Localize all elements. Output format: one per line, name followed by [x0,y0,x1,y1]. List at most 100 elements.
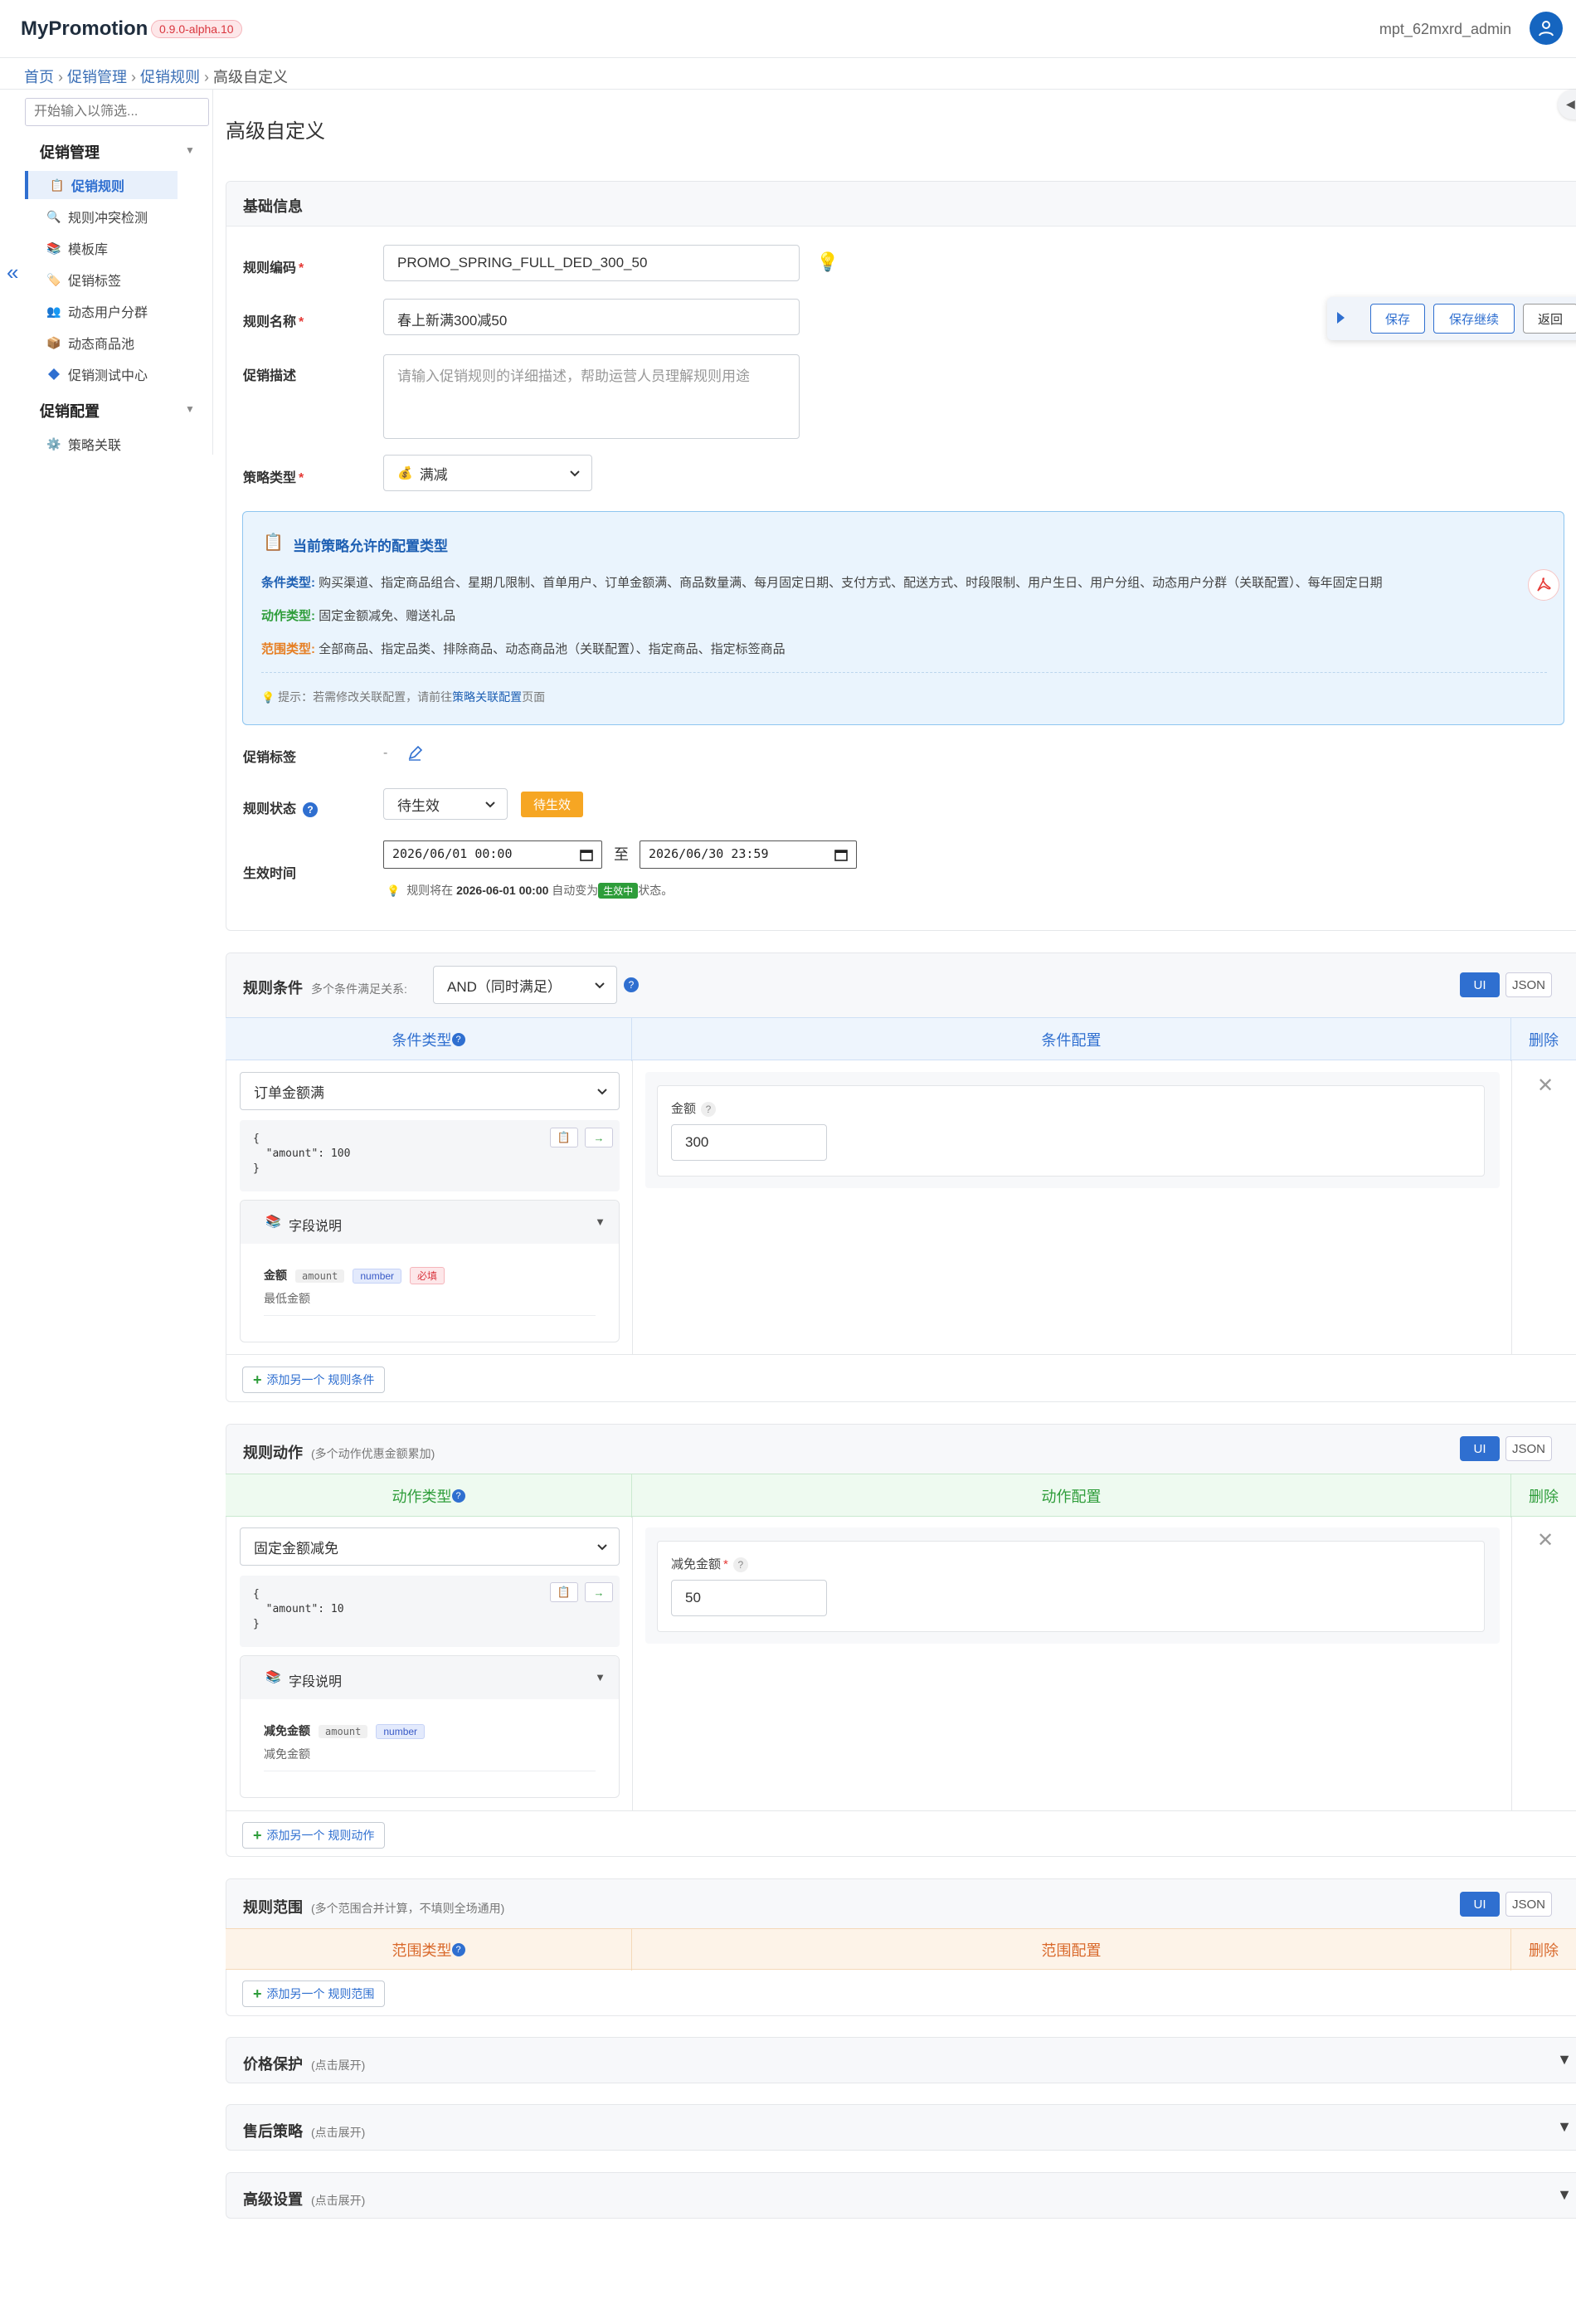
user-icon [1539,21,1554,37]
floating-toolbar: 保存 保存继续 返回 [1327,297,1576,340]
rule-scopes-title: 规则范围 [243,1899,303,1916]
chevron-down-icon [597,1089,607,1095]
breadcrumb-current: 高级自定义 [213,69,288,85]
calendar-icon[interactable] [580,848,593,861]
start-time-input[interactable]: 2026/06/01 00:00 [383,840,602,869]
caret-down-icon[interactable]: ▼ [185,144,195,156]
caret-down-icon: ▼ [595,1671,606,1683]
collapse-sidebar-icon[interactable]: « [7,260,18,285]
copy-icon[interactable]: 📋 [550,1128,578,1147]
sidebar: 促销管理 ▼ 📋促销规则 🔍规则冲突检测 📚模板库 🏷️促销标签 👥动态用户分群… [0,90,212,2324]
play-icon[interactable] [1337,312,1345,324]
time-separator: 至 [614,846,629,863]
sidebar-item-strategy-link[interactable]: ⚙️ 策略关联 [46,430,179,458]
condition-type-select[interactable]: 订单金额满 [240,1072,620,1110]
help-icon: ? [451,1489,465,1503]
action-amount-input[interactable]: 50 [671,1580,827,1616]
action-fields-header[interactable]: 📚 字段说明 ▼ [241,1656,619,1699]
money-bag-icon: 💰 [397,466,413,480]
end-time-input[interactable]: 2026/06/30 23:59 [640,840,857,869]
sidebar-item-promo-tags[interactable]: 🏷️ 促销标签 [46,266,179,294]
save-continue-button[interactable]: 保存继续 [1433,304,1515,334]
breadcrumb-promo-mgmt[interactable]: 促销管理 [67,69,127,85]
scopes-table-header: 范围类型? 范围配置 删除 [226,1928,1576,1971]
condition-relation-select[interactable]: AND（同时满足） [433,966,617,1004]
actions-json-toggle[interactable]: JSON [1505,1436,1552,1461]
user-name[interactable]: mpt_62mxrd_admin [1379,21,1511,38]
package-icon: 📦 [46,335,61,349]
condition-field-desc: 最低金额 [264,1292,310,1305]
sidebar-divider [212,90,213,455]
allowed-scope-types: 范围类型: 全部商品、指定品类、排除商品、动态商品池（关联配置）、指定商品、指定… [261,642,786,656]
promo-desc-textarea[interactable]: 请输入促销规则的详细描述，帮助运营人员理解规则用途 [383,354,800,439]
conditions-json-toggle[interactable]: JSON [1505,972,1552,997]
action-config-area: 减免金额 *? 50 [645,1527,1500,1644]
magnifier-icon: 🔍 [46,209,61,223]
rule-status-select[interactable]: 待生效 [383,788,508,820]
nav-group-promo-config[interactable]: 促销配置 [40,400,100,421]
lightbulb-icon: 💡 [387,884,401,897]
edit-icon[interactable] [406,745,423,762]
breadcrumb-promo-rules[interactable]: 促销规则 [140,69,200,85]
promo-tag-label: 促销标签 [243,751,297,765]
allowed-action-types: 动作类型: 固定金额减免、赠送礼品 [261,609,456,623]
scopes-ui-toggle[interactable]: UI [1460,1892,1500,1917]
chevron-down-icon [595,982,605,989]
caret-down-icon: ▼ [595,1216,606,1228]
rule-code-input[interactable]: PROMO_SPRING_FULL_DED_300_50 [383,245,800,281]
nav-group-promo-mgmt[interactable]: 促销管理 [40,141,100,163]
plus-icon: + [253,1826,262,1844]
help-icon: ? [701,1102,717,1117]
sidebar-item-product-pool[interactable]: 📦 动态商品池 [46,329,179,357]
caret-down-icon: ▼ [1557,2118,1572,2135]
pdf-icon[interactable] [1528,569,1559,601]
delete-condition-icon[interactable]: ✕ [1537,1074,1554,1098]
add-scope-button[interactable]: + 添加另一个 规则范围 [242,1981,386,2007]
condition-amount-label: 金额? [671,1099,717,1117]
help-icon[interactable]: ? [624,977,639,992]
collapse-right-icon[interactable]: ◀ [1558,90,1576,119]
effective-time-label: 生效时间 [243,867,297,881]
condition-amount-input[interactable]: 300 [671,1124,827,1161]
actions-ui-toggle[interactable]: UI [1460,1436,1500,1461]
strategy-link-config-link[interactable]: 策略关联配置 [452,690,522,704]
sidebar-item-template-lib[interactable]: 📚 模板库 [46,234,179,262]
conditions-ui-toggle[interactable]: UI [1460,972,1500,997]
active-status-badge: 生效中 [598,883,639,899]
condition-fields-header[interactable]: 📚 字段说明 ▼ [241,1201,619,1244]
sidebar-item-conflict-check[interactable]: 🔍 规则冲突检测 [46,202,179,231]
sidebar-item-user-segment[interactable]: 👥 动态用户分群 [46,297,179,325]
apply-arrow-icon[interactable]: → [585,1128,613,1147]
app-title[interactable]: MyPromotion [21,17,148,41]
advanced-settings-section[interactable]: 高级设置 (点击展开) ▼ [226,2172,1576,2219]
back-button[interactable]: 返回 [1523,304,1576,334]
scopes-json-toggle[interactable]: JSON [1505,1892,1552,1917]
lightbulb-icon: 💡 [261,691,275,704]
save-button[interactable]: 保存 [1370,304,1425,334]
caret-down-icon[interactable]: ▼ [185,403,195,415]
add-condition-button[interactable]: + 添加另一个 规则条件 [242,1367,386,1393]
action-fields-panel: 📚 字段说明 ▼ 减免金额 amount number 减免金额 [240,1655,620,1798]
rule-name-input[interactable]: 春上新满300减50 [383,299,800,335]
breadcrumb-home[interactable]: 首页 [24,69,54,85]
add-action-button[interactable]: + 添加另一个 规则动作 [242,1822,386,1849]
promo-tag-value: - [383,746,388,760]
help-icon: ? [303,802,319,817]
sidebar-item-promo-rules[interactable]: 📋 促销规则 [25,171,178,199]
sidebar-item-test-center[interactable]: 促销测试中心 [46,360,179,388]
allowed-config-panel: 📋 当前策略允许的配置类型 条件类型: 购买渠道、指定商品组合、星期几限制、首单… [242,511,1564,725]
delete-action-icon[interactable]: ✕ [1537,1528,1554,1552]
calendar-icon[interactable] [834,848,848,861]
clipboard-icon: 📋 [50,178,65,192]
copy-icon[interactable]: 📋 [550,1582,578,1602]
price-protection-section[interactable]: 价格保护 (点击展开) ▼ [226,2037,1576,2083]
avatar[interactable] [1530,12,1563,45]
action-type-select[interactable]: 固定金额减免 [240,1527,620,1566]
allowed-config-title: 当前策略允许的配置类型 [293,538,448,554]
apply-arrow-icon[interactable]: → [585,1582,613,1602]
sidebar-filter-input[interactable] [25,98,209,126]
after-sales-section[interactable]: 售后策略 (点击展开) ▼ [226,2104,1576,2151]
promo-desc-label: 促销描述 [243,369,297,383]
lightbulb-icon[interactable]: 💡 [816,251,839,273]
strategy-type-select[interactable]: 💰 满减 [383,455,592,491]
